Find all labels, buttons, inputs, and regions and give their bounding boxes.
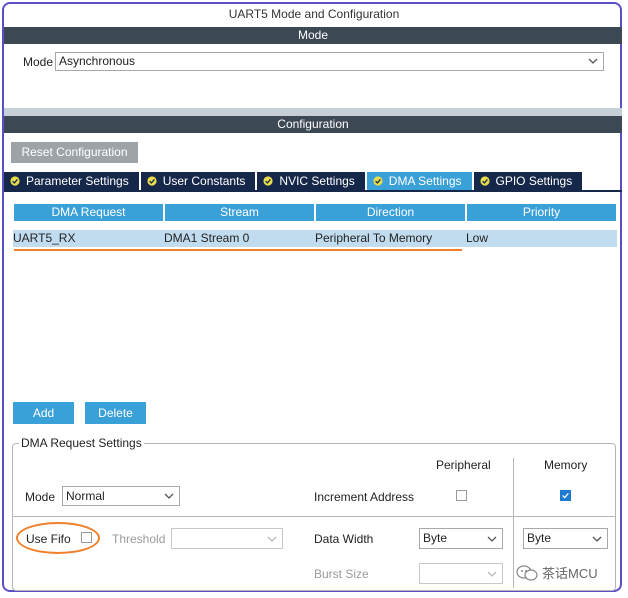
section-divider (4, 108, 622, 116)
window-title: UART5 Mode and Configuration (228, 7, 400, 21)
tab-dma-settings[interactable]: DMA Settings (366, 172, 472, 190)
annotation-underline (14, 249, 462, 251)
wechat-icon (516, 564, 538, 581)
mode-section-header: Mode (4, 27, 622, 44)
chevron-down-icon (267, 536, 277, 542)
chevron-down-icon (164, 493, 174, 499)
check-icon (562, 493, 569, 499)
reset-configuration-button[interactable]: Reset Configuration (11, 142, 138, 163)
column-header-dma-request[interactable]: DMA Request (14, 204, 163, 221)
peripheral-data-width-select[interactable]: Byte (419, 528, 503, 549)
threshold-select[interactable] (171, 528, 283, 549)
watermark: 茶话MCU (516, 563, 598, 582)
tab-user-constants[interactable]: User Constants (140, 172, 256, 190)
check-circle-icon (147, 176, 157, 186)
tab-label: Parameter Settings (26, 174, 129, 188)
dma-mode-select-value: Normal (66, 489, 105, 503)
column-header-direction[interactable]: Direction (316, 204, 465, 221)
dma-mode-label: Mode (25, 490, 56, 504)
check-circle-icon (479, 176, 490, 186)
check-circle-icon (263, 176, 274, 186)
column-header-priority[interactable]: Priority (467, 204, 616, 221)
check-circle-icon (10, 176, 20, 186)
tab-label: NVIC Settings (279, 174, 355, 188)
burst-size-label: Burst Size (314, 567, 369, 581)
table-row[interactable]: UART5_RX DMA1 Stream 0 Peripheral To Mem… (13, 230, 617, 247)
annotation-ellipse (16, 522, 100, 554)
cell-priority: Low (466, 231, 489, 245)
data-width-label: Data Width (314, 532, 374, 546)
group-title: DMA Request Settings (19, 436, 144, 450)
add-button[interactable]: Add (13, 402, 74, 424)
dma-mode-select[interactable]: Normal (62, 486, 180, 506)
peripheral-burst-size-select[interactable] (419, 563, 503, 584)
tab-label: GPIO Settings (495, 174, 573, 188)
delete-button[interactable]: Delete (85, 402, 146, 424)
peripheral-header: Peripheral (436, 458, 491, 472)
memory-header: Memory (544, 458, 588, 472)
tab-nvic-settings[interactable]: NVIC Settings (257, 172, 365, 190)
tab-label: DMA Settings (388, 174, 462, 188)
cell-direction: Peripheral To Memory (315, 231, 433, 245)
check-circle-icon (373, 176, 383, 186)
column-header-stream[interactable]: Stream (165, 204, 314, 221)
watermark-text: 茶话MCU (542, 566, 598, 581)
memory-data-width-select[interactable]: Byte (523, 528, 608, 549)
memory-data-width-value: Byte (527, 531, 552, 545)
peripheral-data-width-value: Byte (423, 531, 448, 545)
tab-underline (4, 190, 622, 192)
memory-increment-checkbox[interactable] (560, 490, 571, 501)
chevron-down-icon (588, 58, 598, 64)
threshold-label: Threshold (112, 532, 166, 546)
row-divider (13, 516, 615, 517)
peripheral-increment-checkbox[interactable] (456, 490, 467, 501)
settings-tabs: Parameter Settings User Constants NVIC Set… (4, 172, 584, 190)
tab-label: User Constants (162, 174, 246, 188)
mode-label: Mode (23, 55, 54, 69)
increment-address-label: Increment Address (314, 490, 415, 504)
cell-stream: DMA1 Stream 0 (164, 231, 250, 245)
tab-parameter-settings[interactable]: Parameter Settings (4, 172, 139, 190)
configuration-section-header: Configuration (4, 116, 622, 133)
mode-select[interactable]: Asynchronous (55, 52, 604, 71)
chevron-down-icon (487, 571, 497, 577)
tab-gpio-settings[interactable]: GPIO Settings (473, 172, 583, 190)
cell-dma-request: UART5_RX (13, 231, 76, 245)
mode-select-value: Asynchronous (59, 54, 136, 68)
column-divider (513, 458, 514, 588)
chevron-down-icon (592, 536, 602, 542)
chevron-down-icon (487, 536, 497, 542)
